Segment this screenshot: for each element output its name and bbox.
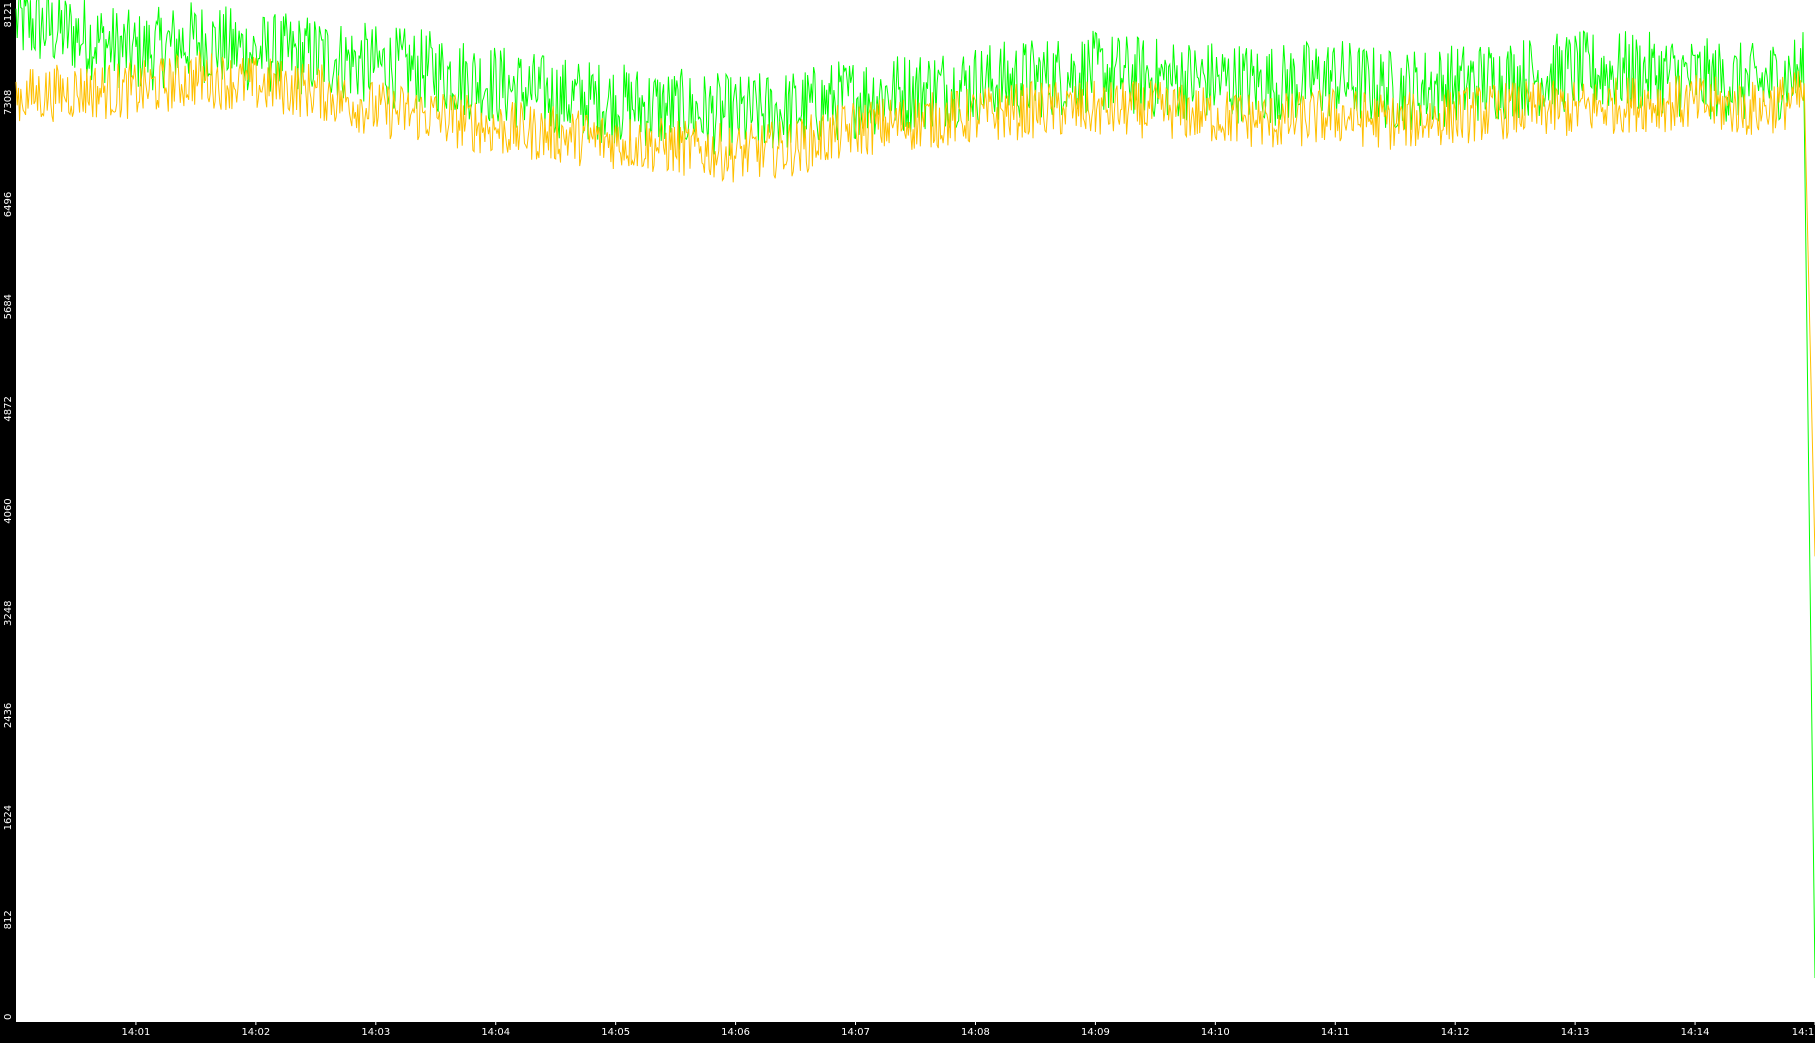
y-tick-label: 4060 — [3, 498, 14, 523]
x-tick-label: 14:07 — [841, 1027, 870, 1038]
y-tick-label: 2436 — [3, 703, 14, 728]
x-tick-label: 14:02 — [241, 1027, 270, 1038]
y-tick-label: 7308 — [3, 90, 14, 115]
x-tick-label: 14:03 — [361, 1027, 390, 1038]
x-tick-label: 14:10 — [1201, 1027, 1230, 1038]
x-tick-label: 14:05 — [601, 1027, 630, 1038]
y-tick-label: 0 — [3, 1014, 14, 1020]
plot-area — [16, 0, 1815, 1022]
x-tick-label: 14:08 — [961, 1027, 990, 1038]
y-tick-label: 4872 — [3, 396, 14, 421]
x-axis-band — [0, 1022, 1815, 1039]
chart-container: 0 812 1624 2436 3248 4060 4872 5684 6496 7308 8121… — [0, 0, 1815, 1039]
x-tick-label: 14:09 — [1081, 1027, 1110, 1038]
x-tick-label: 14:1 — [1792, 1027, 1814, 1038]
y-tick-label: 1624 — [3, 805, 14, 830]
y-tick-label: 812 — [3, 910, 14, 929]
x-tick-label: 14:14 — [1681, 1027, 1710, 1038]
x-tick-label: 14:11 — [1321, 1027, 1350, 1038]
y-tick-label: 6496 — [3, 192, 14, 217]
x-tick-label: 14:04 — [481, 1027, 510, 1038]
x-tick-label: 14:12 — [1441, 1027, 1470, 1038]
y-tick-label: 8121 — [3, 2, 14, 27]
time-series-chart: 0 812 1624 2436 3248 4060 4872 5684 6496 7308 8121… — [0, 0, 1815, 1039]
y-tick-label: 5684 — [3, 294, 14, 319]
y-tick-label: 3248 — [3, 601, 14, 626]
x-tick-label: 14:13 — [1561, 1027, 1590, 1038]
x-tick-label: 14:01 — [122, 1027, 151, 1038]
x-tick-label: 14:06 — [721, 1027, 750, 1038]
